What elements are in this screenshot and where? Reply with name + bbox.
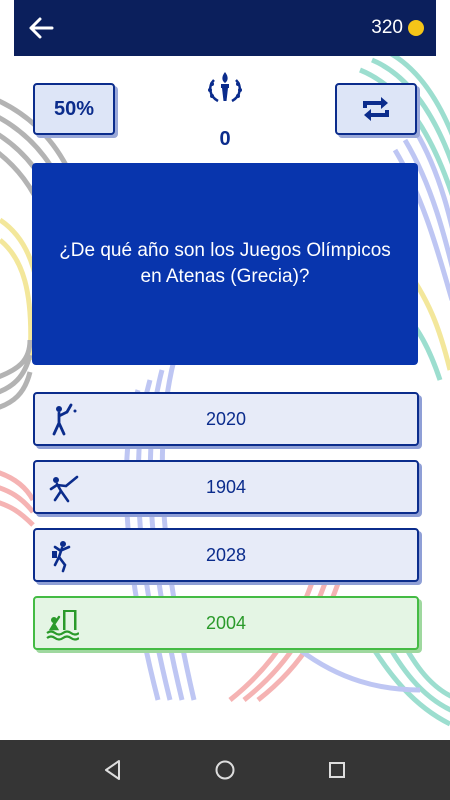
coin-counter: 320 xyxy=(371,17,424,39)
arrow-left-icon xyxy=(29,17,54,39)
repeat-icon xyxy=(363,97,389,121)
torch-laurel-icon xyxy=(208,72,242,103)
quiz-screen: 320 50% 0 ¿De qué año son los Juegos Olí… xyxy=(0,0,450,800)
answer-option-3[interactable]: 2028 xyxy=(33,528,419,582)
change-question-button[interactable] xyxy=(335,83,417,135)
square-recents-icon[interactable] xyxy=(325,758,349,782)
top-bar: 320 xyxy=(14,0,436,56)
question-card: ¿De qué año son los Juegos Olímpicos en … xyxy=(32,163,418,365)
fifty-fifty-button[interactable]: 50% xyxy=(33,83,115,135)
fifty-fifty-label: 50% xyxy=(53,97,95,120)
system-navigation-bar xyxy=(0,740,450,800)
answer-label: 2004 xyxy=(205,612,247,633)
score-value: 0 xyxy=(219,128,231,150)
coin-icon xyxy=(408,20,424,36)
answer-option-4[interactable]: 2004 xyxy=(33,596,419,650)
answer-label: 2020 xyxy=(205,408,247,429)
answer-option-1[interactable]: 2020 xyxy=(33,392,419,446)
question-text: ¿De qué año son los Juegos Olímpicos en … xyxy=(59,240,391,287)
triangle-back-icon[interactable] xyxy=(101,758,125,782)
circle-home-icon[interactable] xyxy=(213,758,237,782)
answer-option-2[interactable]: 1904 xyxy=(33,460,419,514)
back-button[interactable] xyxy=(26,13,56,43)
answer-label: 1904 xyxy=(205,476,247,497)
coin-count: 320 xyxy=(371,17,403,38)
answer-label: 2028 xyxy=(205,544,247,565)
